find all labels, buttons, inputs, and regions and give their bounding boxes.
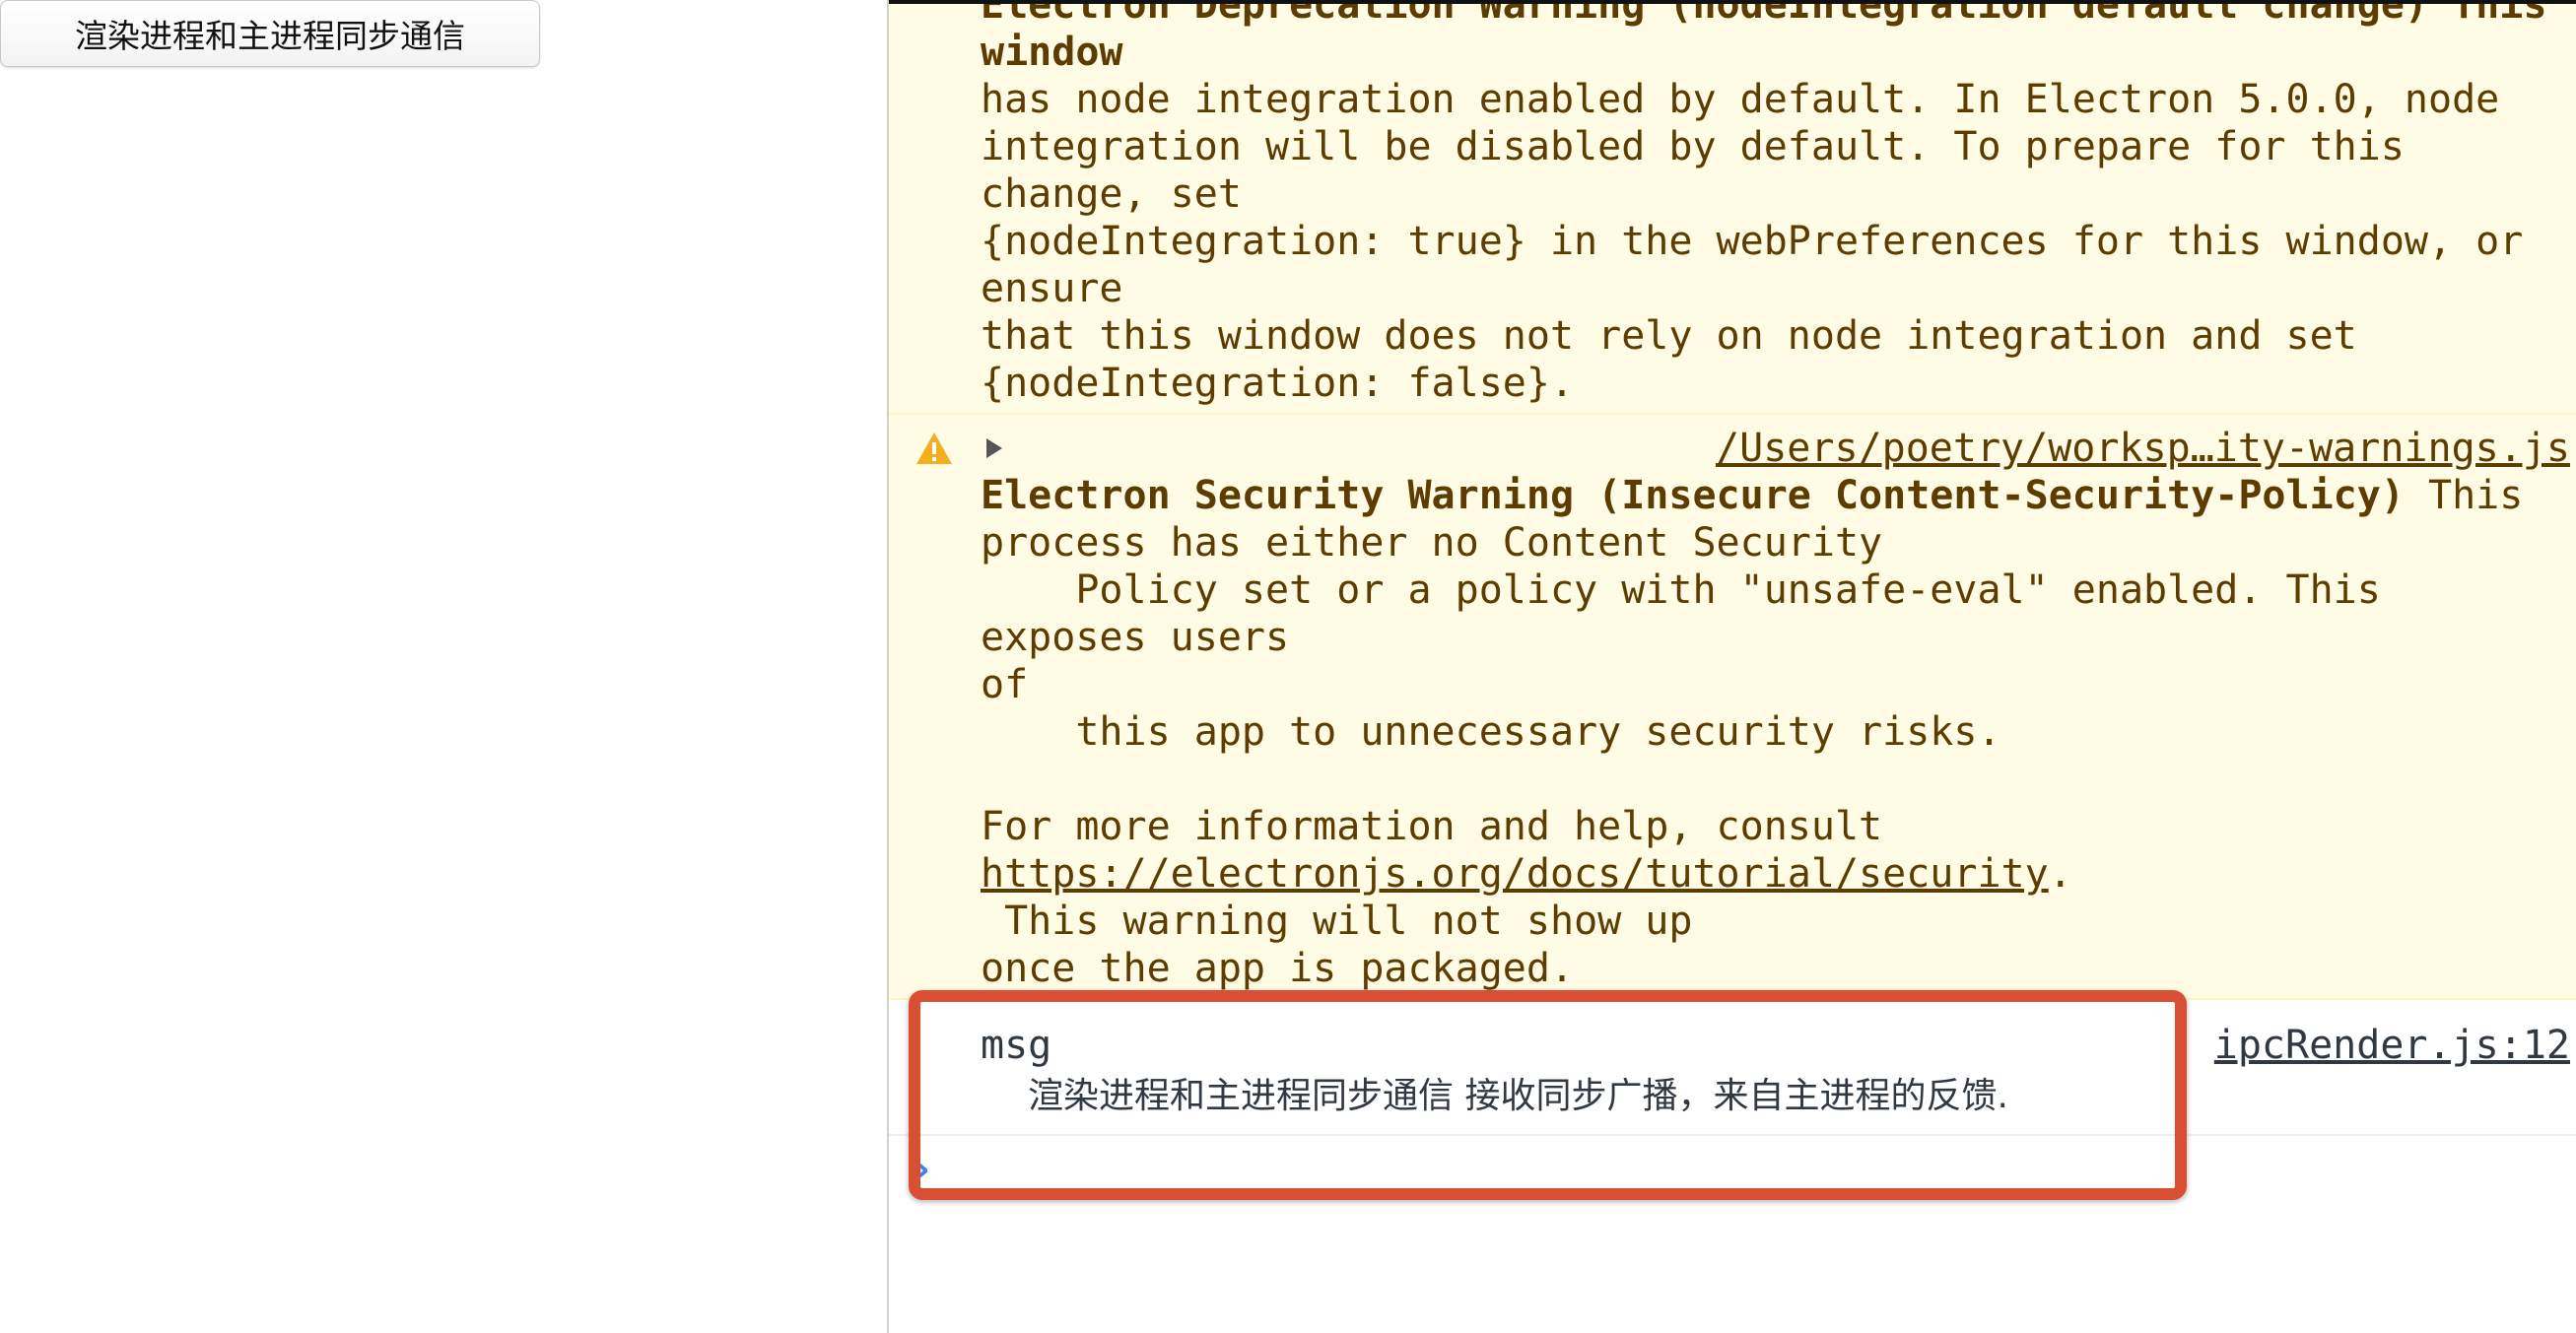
warning-line: {nodeIntegration: false}. — [981, 361, 1575, 406]
warning-source-link[interactable]: /Users/poetry/worksp…ity-warnings.js — [1716, 425, 2570, 472]
sync-ipc-button[interactable]: 渲染进程和主进程同步通信 — [0, 0, 540, 67]
warning-title: Electron Deprecation Warning (nodeIntegr… — [981, 0, 2571, 75]
security-docs-link[interactable]: https://electronjs.org/docs/tutorial/sec… — [981, 851, 2049, 897]
highlight-annotation-box — [909, 990, 2187, 1200]
expand-triangle-icon[interactable] — [984, 436, 1004, 460]
warning-line: integration will be disabled by default.… — [981, 124, 2429, 217]
devtools-console: Electron Deprecation Warning (nodeIntegr… — [887, 0, 2576, 1333]
warning-line: of — [981, 662, 1029, 707]
warning-line: has node integration enabled by default.… — [981, 77, 2500, 122]
warning-line: Policy set or a policy with "unsafe-eval… — [981, 567, 2405, 660]
warning-text: This — [2404, 473, 2524, 518]
warning-title-line: Electron Security Warning (Insecure Cont… — [889, 472, 2576, 519]
warning-triangle-icon — [916, 433, 952, 464]
warning-line: process has either no Content Security — [981, 520, 1883, 566]
warning-line: that this window does not rely on node i… — [981, 313, 2357, 359]
console-warning-deprecation: Electron Deprecation Warning (nodeIntegr… — [889, 0, 2576, 415]
warning-line: {nodeIntegration: true} in the webPrefer… — [981, 219, 2547, 311]
warning-line: once the app is packaged. — [981, 946, 1575, 991]
warning-line: For more information and help, consult — [981, 804, 1883, 849]
warning-link-line: https://electronjs.org/docs/tutorial/sec… — [889, 850, 2576, 898]
log-source-link[interactable]: ipcRender.js:12 — [2214, 1022, 2570, 1069]
console-warning-csp: /Users/poetry/worksp…ity-warnings.js Ele… — [889, 415, 2576, 1000]
warning-line: This warning will not show up — [981, 899, 1693, 944]
app-window: 渲染进程和主进程同步通信 — [0, 0, 887, 1135]
warning-title: Electron Security Warning (Insecure Cont… — [981, 473, 2405, 518]
warning-header-row: /Users/poetry/worksp…ity-warnings.js — [889, 415, 2576, 472]
top-border — [889, 0, 2576, 4]
warning-blank-line — [889, 756, 2576, 803]
console-log-area: msg 渲染进程和主进程同步通信 接收同步广播，来自主进程的反馈. ipcRen… — [889, 990, 2576, 1333]
warning-text: . — [2048, 851, 2072, 897]
warning-line: this app to unnecessary security risks. — [981, 709, 2001, 755]
